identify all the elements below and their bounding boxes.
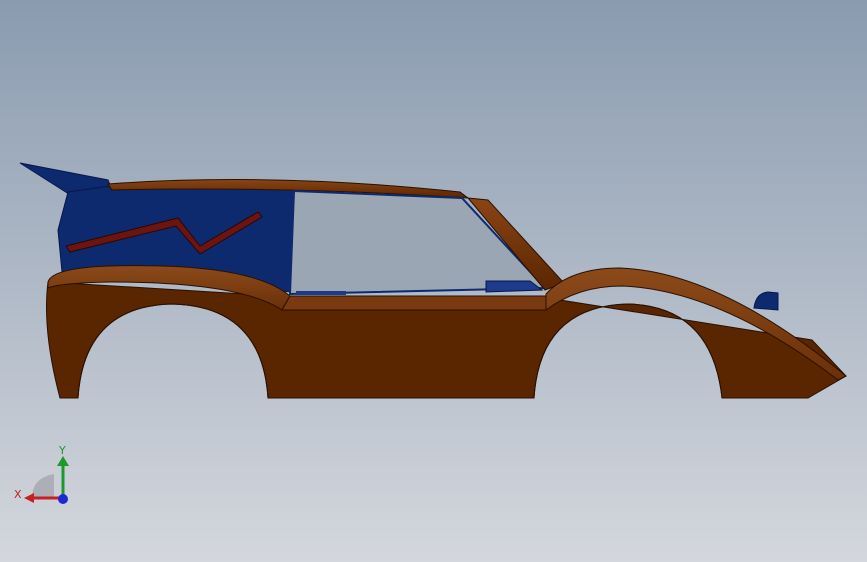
beltline (281, 295, 549, 311)
x-axis-label: X (14, 488, 22, 501)
door-sill (296, 291, 346, 295)
z-axis-dot (58, 494, 68, 504)
y-axis-label: Y (58, 444, 66, 457)
y-axis-arrow (57, 456, 69, 466)
model-view[interactable] (0, 0, 867, 562)
graphics-viewport[interactable]: Y X (0, 0, 867, 562)
orientation-triad[interactable]: Y X (10, 440, 80, 510)
x-axis-arrow (24, 493, 34, 503)
triad-plane (32, 474, 54, 498)
